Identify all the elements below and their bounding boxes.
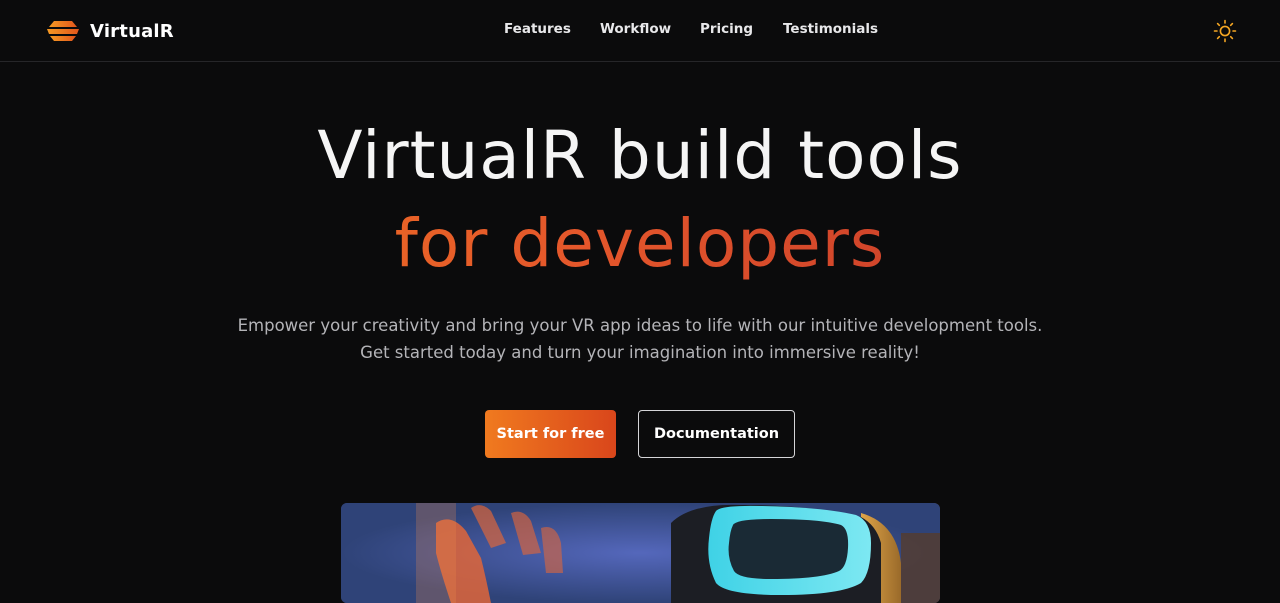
main-nav: Features Workflow Pricing Testimonials — [0, 0, 1280, 62]
vr-headset-photo — [341, 503, 940, 603]
stacked-layers-logo-icon — [47, 21, 79, 41]
brand-name: VirtualR — [90, 20, 174, 42]
hero-title: VirtualR build tools for developers — [0, 112, 1280, 288]
brand-logo-link[interactable]: VirtualR — [46, 17, 174, 45]
nav-link-features[interactable]: Features — [504, 21, 571, 37]
hero-title-line-2: for developers — [0, 200, 1280, 288]
hero-subtitle-line-2: Get started today and turn your imaginat… — [360, 343, 920, 362]
start-for-free-button[interactable]: Start for free — [485, 410, 616, 458]
nav-link-pricing[interactable]: Pricing — [700, 21, 753, 37]
sun-icon — [1213, 19, 1237, 43]
hero-subtitle: Empower your creativity and bring your V… — [0, 312, 1280, 366]
documentation-button[interactable]: Documentation — [638, 410, 795, 458]
nav-link-testimonials[interactable]: Testimonials — [783, 21, 878, 37]
hero-subtitle-line-1: Empower your creativity and bring your V… — [237, 316, 1043, 335]
vr-headset-illustration — [341, 503, 940, 603]
top-navbar: VirtualR Features Workflow Pricing Testi… — [0, 0, 1280, 62]
nav-link-workflow[interactable]: Workflow — [600, 21, 671, 37]
hero-title-line-1: VirtualR build tools — [317, 117, 963, 194]
theme-toggle-button[interactable] — [1212, 18, 1238, 44]
